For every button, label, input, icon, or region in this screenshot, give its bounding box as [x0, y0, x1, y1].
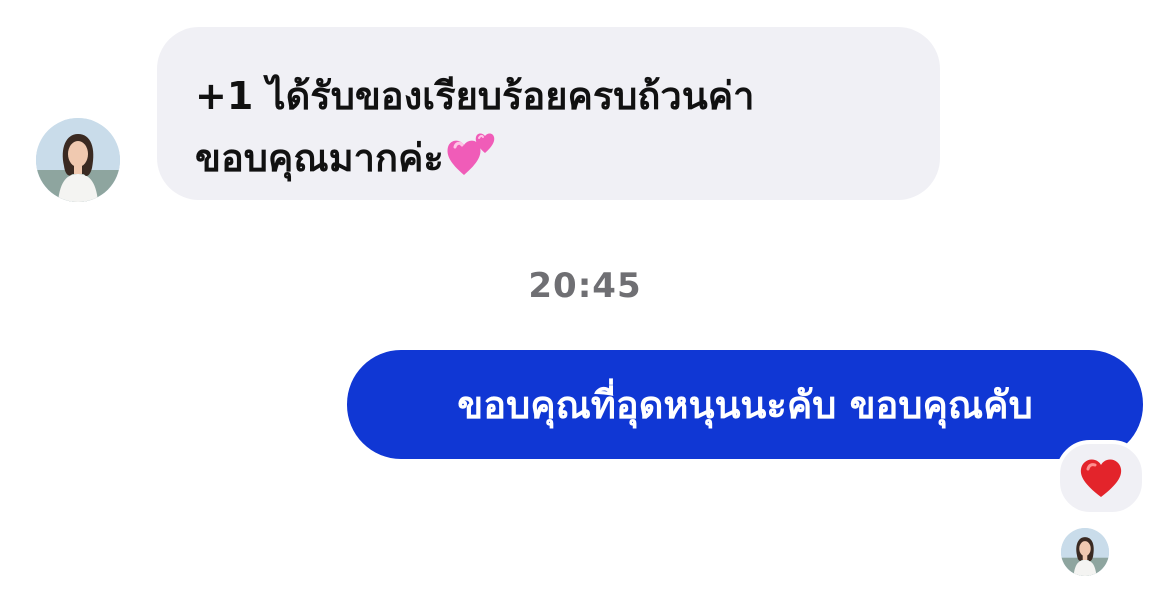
message-reaction[interactable] — [1056, 440, 1146, 516]
incoming-message-line-2: ขอบคุณมากค่ะ — [195, 127, 910, 189]
contact-avatar[interactable] — [36, 118, 120, 202]
avatar-photo-icon — [36, 118, 120, 202]
read-receipt-avatar — [1061, 528, 1109, 576]
red-heart-icon — [1080, 459, 1122, 497]
incoming-message-line-2-text: ขอบคุณมากค่ะ — [195, 136, 444, 180]
chat-thread: +1 ได้รับของเรียบร้อยครบถ้วนค่า ขอบคุณมา… — [0, 0, 1170, 591]
two-hearts-icon — [444, 129, 500, 179]
message-timestamp: 20:45 — [528, 266, 642, 306]
incoming-message-bubble[interactable]: +1 ได้รับของเรียบร้อยครบถ้วนค่า ขอบคุณมา… — [157, 27, 940, 200]
outgoing-message-bubble[interactable]: ขอบคุณที่อุดหนุนนะคับ ขอบคุณคับ — [347, 350, 1143, 459]
outgoing-message-text: ขอบคุณที่อุดหนุนนะคับ ขอบคุณคับ — [457, 383, 1033, 427]
avatar-photo-icon — [1061, 528, 1109, 576]
incoming-message-line-1: +1 ได้รับของเรียบร้อยครบถ้วนค่า — [195, 74, 755, 118]
